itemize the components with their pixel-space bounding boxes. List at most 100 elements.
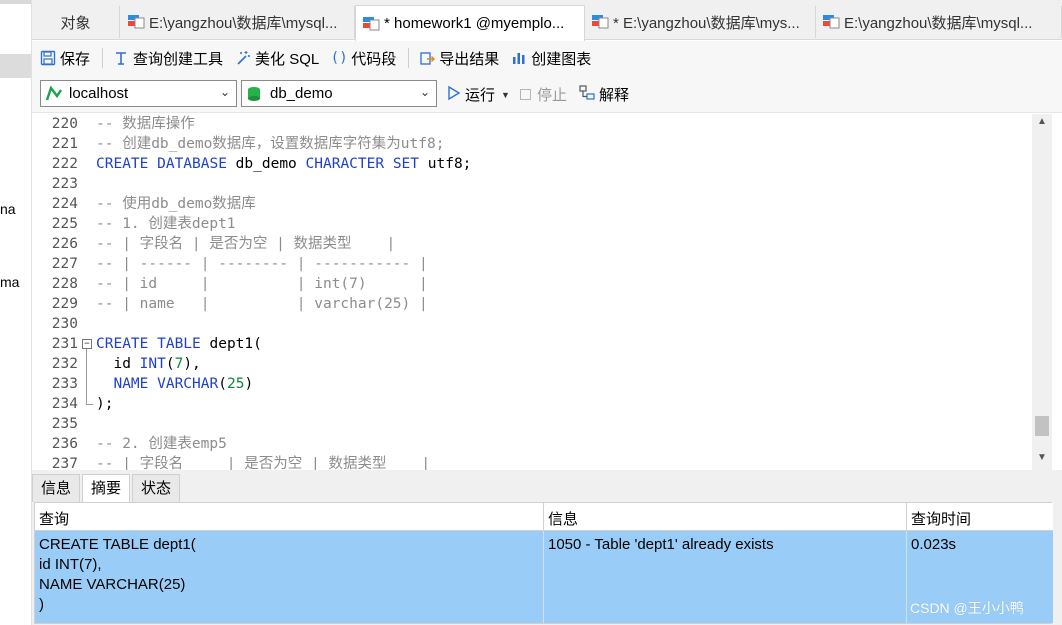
- explain-button[interactable]: 解释: [579, 84, 629, 105]
- code-line[interactable]: 222 CREATE DATABASE db_demo CHARACTER SET…: [32, 154, 1032, 174]
- navigator-item-fragment[interactable]: ma: [0, 274, 19, 290]
- cell-query[interactable]: CREATE TABLE dept1( id INT(7), NAME VARC…: [35, 531, 544, 623]
- create-chart-label: 创建图表: [531, 50, 592, 68]
- code-token: NAME VARCHAR: [113, 376, 219, 392]
- code-line[interactable]: 231 CREATE TABLE dept1(: [32, 334, 1032, 354]
- line-number: 221: [51, 136, 78, 152]
- code-line[interactable]: 233 NAME VARCHAR(25): [32, 374, 1032, 394]
- connection-select[interactable]: localhost ⌄: [40, 80, 237, 107]
- code-line[interactable]: 227 -- | ------ | -------- | ----------- …: [32, 254, 1032, 274]
- save-button[interactable]: 保存: [40, 48, 90, 69]
- result-tabs: 信息 摘要 状态: [32, 474, 182, 502]
- code-line[interactable]: 225 -- 1. 创建表dept1: [32, 214, 1032, 234]
- column-header-time[interactable]: 查询时间: [907, 503, 1053, 531]
- query-icon: [822, 14, 840, 30]
- tab-status[interactable]: 状态: [132, 474, 181, 502]
- table-row[interactable]: CREATE TABLE dept1( id INT(7), NAME VARC…: [35, 531, 1053, 623]
- line-number: 222: [51, 156, 78, 172]
- query-icon: [591, 14, 609, 30]
- tab-homework1[interactable]: * homework1 @myemplo...: [355, 5, 585, 41]
- scroll-up-icon[interactable]: ▲: [1032, 116, 1052, 132]
- export-results-button[interactable]: 导出结果: [419, 48, 499, 69]
- line-number: 227: [51, 256, 78, 272]
- code-snippet-button[interactable]: () 代码段: [331, 48, 396, 69]
- code-text: -- 1. 创建表dept1: [96, 214, 236, 234]
- chevron-down-icon: ⌄: [419, 85, 430, 99]
- tab-objects[interactable]: 对象: [32, 6, 120, 38]
- query-builder-label: 查询创建工具: [133, 50, 224, 68]
- code-text: -- 2. 创建表emp5: [96, 434, 227, 454]
- query-icon: [362, 16, 380, 32]
- code-line[interactable]: 237 -- | 字段名 | 是否为空 | 数据类型 |: [32, 454, 1032, 470]
- create-chart-button[interactable]: 创建图表: [511, 48, 591, 69]
- line-number: 231: [51, 336, 78, 352]
- code-token: INT: [139, 356, 166, 372]
- scroll-down-icon[interactable]: ▼: [1032, 452, 1052, 468]
- navicat-window: na ma 对象 E:\yangzhou\数据库\mysql... * home…: [0, 0, 1062, 625]
- navigator-scroll-edge: [0, 0, 31, 4]
- line-number: 234: [51, 396, 78, 412]
- fold-toggle-icon[interactable]: −: [82, 339, 92, 349]
- code-line[interactable]: 226 -- | 字段名 | 是否为空 | 数据类型 |: [32, 234, 1032, 254]
- stop-button[interactable]: 停止: [520, 84, 567, 105]
- code-token: -- | id | | int(7) |: [96, 276, 428, 292]
- code-line[interactable]: 236 -- 2. 创建表emp5: [32, 434, 1032, 454]
- query-icon: [127, 14, 145, 30]
- column-header-message[interactable]: 信息: [544, 503, 907, 531]
- code-line[interactable]: 221 -- 创建db_demo数据库，设置数据库字符集为utf8;: [32, 134, 1032, 154]
- magic-wand-icon: [235, 50, 251, 66]
- code-token: utf8;: [419, 156, 472, 172]
- tab-info[interactable]: 信息: [32, 474, 81, 502]
- code-line[interactable]: 234);: [32, 394, 1032, 414]
- navigator-panel: na ma: [0, 0, 32, 625]
- export-icon: [419, 50, 436, 66]
- code-text: NAME VARCHAR(25): [96, 374, 253, 394]
- code-line[interactable]: 235: [32, 414, 1032, 434]
- query-builder-button[interactable]: 查询创建工具: [113, 48, 223, 69]
- run-button[interactable]: 运行 ▼: [447, 84, 510, 105]
- code-line[interactable]: 229 -- | name | | varchar(25) |: [32, 294, 1032, 314]
- code-line[interactable]: 220 -- 数据库操作: [32, 114, 1032, 134]
- cell-message[interactable]: 1050 - Table 'dept1' already exists: [544, 531, 907, 623]
- code-text: -- | ------ | -------- | ----------- |: [96, 254, 428, 274]
- editor-toolbar: 保存 查询创建工具 美化 SQL () 代码段 导出结果 创建图表: [32, 41, 1062, 75]
- code-text: );: [96, 394, 113, 414]
- tab-summary[interactable]: 摘要: [82, 474, 131, 502]
- code-line[interactable]: 232 id INT(7),: [32, 354, 1032, 374]
- code-line[interactable]: 223: [32, 174, 1032, 194]
- navigator-item-fragment[interactable]: na: [0, 201, 16, 217]
- tab-sql-file-2[interactable]: * E:\yangzhou\数据库\mys...: [585, 6, 816, 38]
- code-token: db_demo: [226, 156, 306, 172]
- beautify-sql-button[interactable]: 美化 SQL: [235, 48, 319, 69]
- code-token: CREATE DATABASE: [96, 156, 227, 172]
- code-line[interactable]: 228 -- | id | | int(7) |: [32, 274, 1032, 294]
- tab-sql-file-1[interactable]: E:\yangzhou\数据库\mysql...: [121, 6, 355, 38]
- column-header-query[interactable]: 查询: [35, 503, 544, 531]
- tab-sql-file-3[interactable]: E:\yangzhou\数据库\mysql...: [816, 6, 1062, 38]
- editor-scrollbar[interactable]: ▲ ▼: [1032, 114, 1052, 470]
- run-dropdown-icon[interactable]: ▼: [501, 90, 510, 100]
- database-value: db_demo: [270, 85, 333, 102]
- tab-label: E:\yangzhou\数据库\mysql...: [149, 14, 338, 32]
- scrollbar-thumb[interactable]: [1035, 416, 1049, 436]
- code-line[interactable]: 230: [32, 314, 1032, 334]
- connection-value: localhost: [69, 85, 129, 102]
- watermark: CSDN @王小小鸭: [910, 600, 1024, 616]
- code-line[interactable]: 224 -- 使用db_demo数据库: [32, 194, 1032, 214]
- play-icon: [447, 85, 461, 105]
- fold-guide-end: [86, 404, 93, 405]
- line-number: 220: [51, 116, 78, 132]
- tab-label: 对象: [60, 14, 91, 32]
- export-results-label: 导出结果: [439, 50, 500, 68]
- stop-label: 停止: [537, 87, 568, 104]
- database-select[interactable]: db_demo ⌄: [241, 80, 437, 107]
- navigator-selected-item[interactable]: [0, 54, 31, 78]
- mysql-connection-icon: [45, 84, 63, 102]
- parentheses-icon: (): [330, 50, 348, 66]
- code-token: dept1(: [200, 336, 262, 352]
- line-number: 232: [51, 356, 78, 372]
- sql-editor[interactable]: 220 -- 数据库操作 221 -- 创建db_demo数据库，设置数据库字符集为u…: [32, 114, 1032, 470]
- line-number: 224: [51, 196, 78, 212]
- line-number: 237: [51, 456, 78, 470]
